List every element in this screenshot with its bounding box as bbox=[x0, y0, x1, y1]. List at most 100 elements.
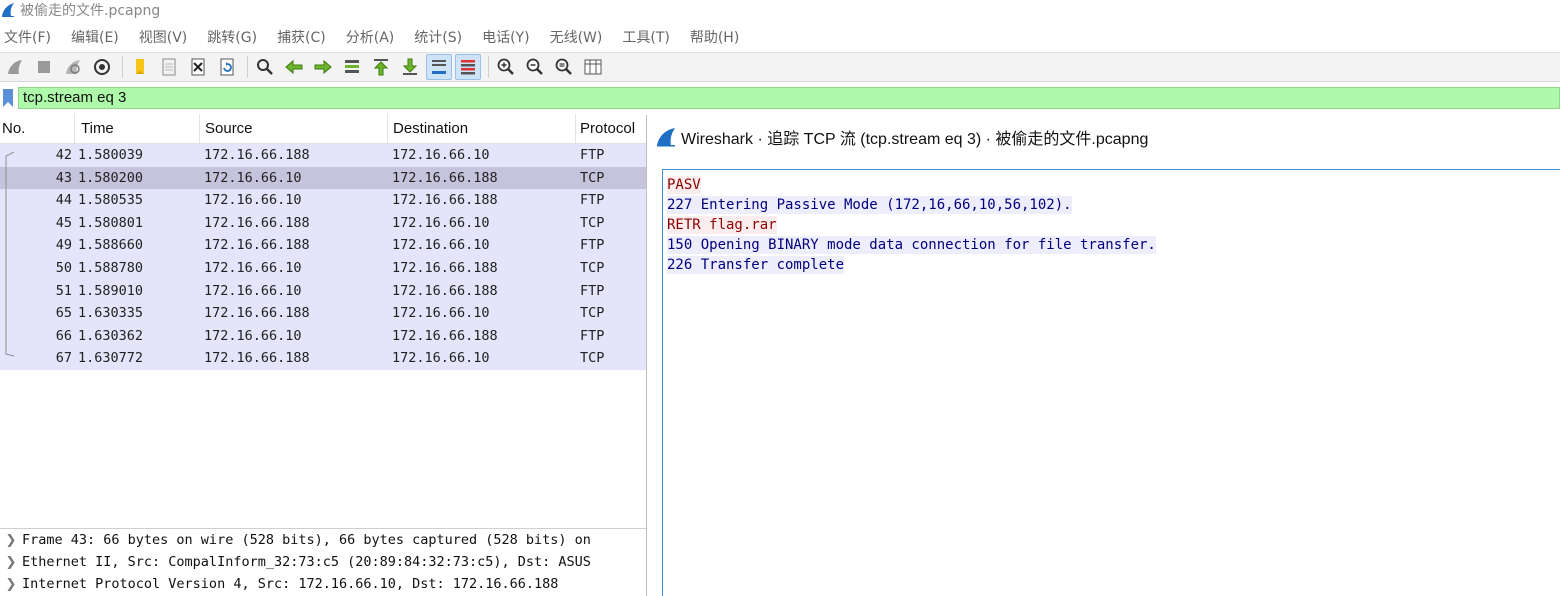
menu-telephony[interactable]: 电话(Y) bbox=[478, 27, 539, 47]
menu-wireless[interactable]: 无线(W) bbox=[546, 27, 613, 47]
menu-help[interactable]: 帮助(H) bbox=[686, 27, 749, 47]
dialog-title: Wireshark · 追踪 TCP 流 (tcp.stream eq 3) ·… bbox=[681, 131, 1149, 148]
stream-text: RETR flag.rar bbox=[667, 216, 777, 234]
go-first-icon[interactable] bbox=[368, 54, 394, 80]
cell-protocol: TCP bbox=[580, 259, 605, 276]
zoom-out-icon[interactable] bbox=[522, 54, 548, 80]
stream-line-server: 150 Opening BINARY mode data connection … bbox=[667, 235, 1557, 255]
go-forward-icon[interactable] bbox=[310, 54, 336, 80]
tree-item-ip[interactable]: ❯ Internet Protocol Version 4, Src: 172.… bbox=[0, 573, 646, 595]
table-row[interactable]: 42 1.580039 172.16.66.188 172.16.66.10 F… bbox=[0, 144, 646, 167]
cell-destination: 172.16.66.188 bbox=[392, 259, 498, 276]
cell-time: 1.630362 bbox=[78, 327, 144, 344]
menu-analyze[interactable]: 分析(A) bbox=[342, 27, 405, 47]
chevron-right-icon[interactable]: ❯ bbox=[0, 577, 22, 592]
dialog-titlebar: Wireshark · 追踪 TCP 流 (tcp.stream eq 3) ·… bbox=[647, 115, 1560, 159]
table-row[interactable]: 44 1.580535 172.16.66.10 172.16.66.188 F… bbox=[0, 189, 646, 212]
cell-time: 1.589010 bbox=[78, 282, 144, 299]
close-file-icon[interactable] bbox=[185, 54, 211, 80]
table-row[interactable]: 50 1.588780 172.16.66.10 172.16.66.188 T… bbox=[0, 256, 646, 280]
window-titlebar: 被偷走的文件.pcapng bbox=[0, 0, 1560, 20]
resize-columns-icon[interactable] bbox=[580, 54, 606, 80]
cell-destination: 172.16.66.188 bbox=[392, 327, 498, 344]
go-to-packet-icon[interactable] bbox=[339, 54, 365, 80]
column-header-source[interactable]: Source bbox=[200, 114, 388, 143]
chevron-right-icon[interactable]: ❯ bbox=[0, 555, 22, 570]
cell-time: 1.630335 bbox=[78, 305, 144, 322]
table-row[interactable]: 49 1.588660 172.16.66.188 172.16.66.10 F… bbox=[0, 234, 646, 257]
tree-item-label: Internet Protocol Version 4, Src: 172.16… bbox=[22, 576, 559, 592]
follow-tcp-stream-dialog: Wireshark · 追踪 TCP 流 (tcp.stream eq 3) ·… bbox=[646, 115, 1560, 596]
stream-text: 227 Entering Passive Mode (172,16,66,10,… bbox=[667, 196, 1072, 214]
wireshark-logo-icon bbox=[657, 128, 675, 147]
cell-source: 172.16.66.10 bbox=[204, 169, 302, 186]
menu-capture[interactable]: 捕获(C) bbox=[273, 27, 336, 47]
cell-time: 1.588780 bbox=[78, 259, 144, 276]
find-packet-icon[interactable] bbox=[252, 54, 278, 80]
restart-capture-icon[interactable] bbox=[60, 54, 86, 80]
open-file-icon[interactable] bbox=[127, 54, 153, 80]
stop-capture-icon[interactable] bbox=[31, 54, 57, 80]
tree-item-ethernet[interactable]: ❯ Ethernet II, Src: CompalInform_32:73:c… bbox=[0, 551, 646, 573]
cell-source: 172.16.66.188 bbox=[204, 305, 310, 322]
menu-statistics[interactable]: 统计(S) bbox=[410, 27, 472, 47]
cell-destination: 172.16.66.10 bbox=[392, 214, 490, 231]
table-row[interactable]: 51 1.589010 172.16.66.10 172.16.66.188 F… bbox=[0, 279, 646, 303]
save-file-icon[interactable] bbox=[156, 54, 182, 80]
toolbar-separator bbox=[122, 56, 123, 78]
table-row[interactable]: 67 1.630772 172.16.66.188 172.16.66.10 T… bbox=[0, 347, 646, 370]
zoom-in-icon[interactable] bbox=[493, 54, 519, 80]
stream-text: PASV bbox=[667, 176, 701, 194]
cell-destination: 172.16.66.10 bbox=[392, 305, 490, 322]
reload-file-icon[interactable] bbox=[214, 54, 240, 80]
table-row[interactable]: 65 1.630335 172.16.66.188 172.16.66.10 T… bbox=[0, 302, 646, 325]
cell-destination: 172.16.66.188 bbox=[392, 192, 498, 209]
cell-time: 1.580200 bbox=[78, 169, 144, 186]
menu-tools[interactable]: 工具(T) bbox=[618, 27, 679, 47]
column-header-destination[interactable]: Destination bbox=[388, 114, 576, 143]
cell-destination: 172.16.66.188 bbox=[392, 282, 498, 299]
cell-source: 172.16.66.10 bbox=[204, 282, 302, 299]
packet-details-pane: ❯ Frame 43: 66 bytes on wire (528 bits),… bbox=[0, 528, 646, 596]
filter-bookmark-icon[interactable] bbox=[1, 88, 15, 108]
cell-source: 172.16.66.188 bbox=[204, 350, 310, 367]
go-last-icon[interactable] bbox=[397, 54, 423, 80]
menu-edit[interactable]: 编辑(E) bbox=[67, 27, 129, 47]
column-header-protocol[interactable]: Protocol bbox=[576, 114, 646, 143]
toolbar-separator bbox=[247, 56, 248, 78]
tree-item-label: Frame 43: 66 bytes on wire (528 bits), 6… bbox=[22, 532, 591, 548]
display-filter-input[interactable]: tcp.stream eq 3 bbox=[18, 87, 1560, 109]
menu-bar: 文件(F) 编辑(E) 视图(V) 跳转(G) 捕获(C) 分析(A) 统计(S… bbox=[0, 24, 1560, 50]
table-row[interactable]: 45 1.580801 172.16.66.188 172.16.66.10 T… bbox=[0, 211, 646, 235]
stream-content-area[interactable]: PASV 227 Entering Passive Mode (172,16,6… bbox=[662, 169, 1560, 596]
cell-source: 172.16.66.10 bbox=[204, 259, 302, 276]
main-toolbar bbox=[0, 52, 1560, 82]
stream-line-server: 227 Entering Passive Mode (172,16,66,10,… bbox=[667, 195, 1557, 215]
menu-view[interactable]: 视图(V) bbox=[135, 27, 198, 47]
start-capture-icon[interactable] bbox=[2, 54, 28, 80]
menu-go[interactable]: 跳转(G) bbox=[203, 27, 267, 47]
packet-list: No. Time Source Destination Protocol 42 … bbox=[0, 114, 646, 526]
colorize-icon[interactable] bbox=[455, 54, 481, 80]
cell-protocol: FTP bbox=[580, 192, 605, 209]
auto-scroll-icon[interactable] bbox=[426, 54, 452, 80]
stream-line-server: 226 Transfer complete bbox=[667, 255, 1557, 275]
menu-file[interactable]: 文件(F) bbox=[0, 27, 61, 47]
tree-item-frame[interactable]: ❯ Frame 43: 66 bytes on wire (528 bits),… bbox=[0, 529, 646, 551]
zoom-reset-icon[interactable] bbox=[551, 54, 577, 80]
stream-text: 150 Opening BINARY mode data connection … bbox=[667, 236, 1156, 254]
cell-protocol: FTP bbox=[580, 327, 605, 344]
capture-options-icon[interactable] bbox=[89, 54, 115, 80]
go-back-icon[interactable] bbox=[281, 54, 307, 80]
table-row[interactable]: 66 1.630362 172.16.66.10 172.16.66.188 F… bbox=[0, 324, 646, 348]
toolbar-separator bbox=[488, 56, 489, 78]
column-header-time[interactable]: Time bbox=[75, 114, 200, 143]
conversation-bracket bbox=[5, 151, 15, 357]
tree-item-label: Ethernet II, Src: CompalInform_32:73:c5 … bbox=[22, 554, 591, 570]
table-row-selected[interactable]: 43 1.580200 172.16.66.10 172.16.66.188 T… bbox=[0, 166, 646, 190]
cell-source: 172.16.66.10 bbox=[204, 192, 302, 209]
column-header-no[interactable]: No. bbox=[0, 114, 75, 143]
cell-destination: 172.16.66.10 bbox=[392, 147, 490, 163]
cell-protocol: FTP bbox=[580, 237, 605, 254]
chevron-right-icon[interactable]: ❯ bbox=[0, 533, 22, 548]
